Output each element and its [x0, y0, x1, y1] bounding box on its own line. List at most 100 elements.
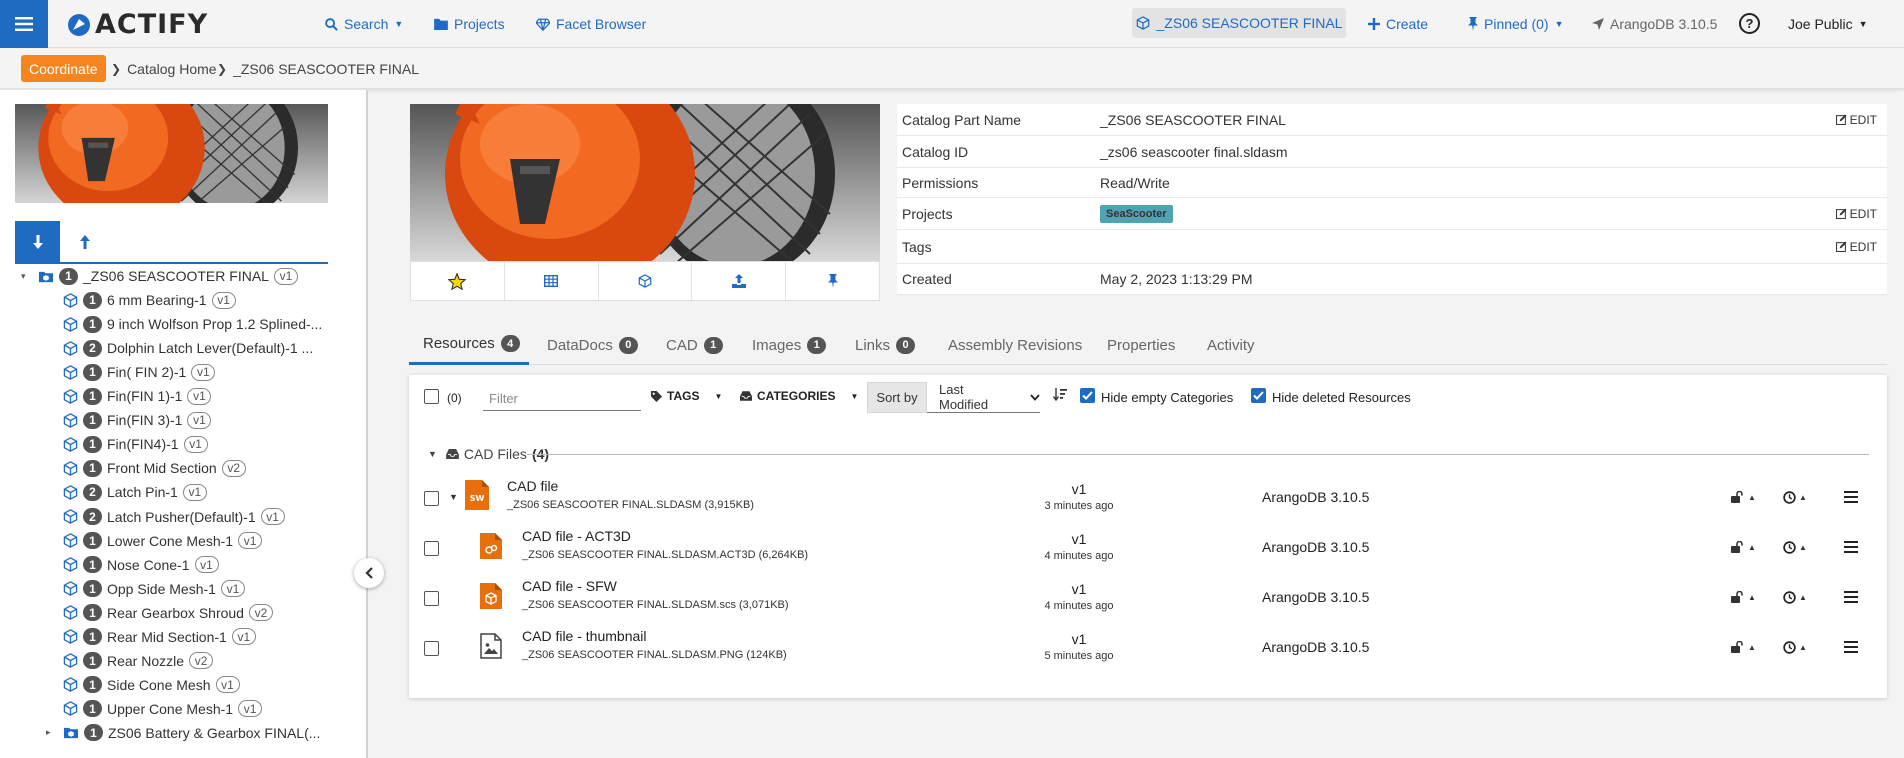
tags-dropdown[interactable]: TAGS ▼ [651, 389, 722, 403]
sort-select[interactable]: Last Modified [927, 382, 1040, 413]
caret-down-icon[interactable]: ▼ [449, 492, 458, 502]
collapse-panel-button[interactable] [354, 558, 384, 588]
pinned-project-button[interactable]: _ZS06 SEASCOOTER FINAL [1132, 8, 1346, 38]
facet-browser-link[interactable]: Facet Browser [536, 0, 646, 48]
tab-properties[interactable]: Properties [1107, 325, 1175, 365]
tree-item-label: Rear Mid Section-1 [107, 628, 227, 645]
part-cube-icon [63, 461, 78, 476]
tree-item[interactable]: 2 Latch Pusher(Default)-1 v1 [46, 506, 285, 528]
menu-button[interactable] [0, 0, 48, 48]
caret-down-icon: ▼ [428, 449, 437, 459]
coordinate-badge[interactable]: Coordinate [21, 55, 106, 82]
upload-button[interactable] [692, 262, 787, 300]
tab-links[interactable]: Links 0 [855, 325, 916, 365]
tree-item[interactable]: 1 Front Mid Section v2 [46, 457, 246, 479]
tree-item[interactable]: ▸ 1 ZS06 Battery & Gearbox FINAL(... [46, 722, 320, 744]
tree-item[interactable]: 1 Upper Cone Mesh-1 v1 [46, 698, 263, 720]
instance-count-badge: 1 [83, 700, 102, 718]
lock-menu[interactable]: ▲ [1731, 491, 1756, 503]
tree-item[interactable]: 2 Dolphin Latch Lever(Default)-1 ... [46, 337, 313, 359]
tree-item[interactable]: 1 9 inch Wolfson Prop 1.2 Splined-... [46, 313, 322, 335]
create-button[interactable]: Create [1368, 0, 1428, 48]
project-tag[interactable]: SeaScooter [1100, 204, 1173, 223]
resource-menu-button[interactable] [1844, 641, 1858, 653]
tree-item[interactable]: 1 Fin(FIN 1)-1 v1 [46, 385, 212, 407]
tab-assembly-revisions[interactable]: Assembly Revisions [948, 325, 1082, 365]
properties-table: Catalog Part Name _ZS06 SEASCOOTER FINAL… [897, 104, 1887, 295]
hide-empty-checkbox[interactable] [1080, 388, 1095, 403]
edit-label: EDIT [1849, 112, 1877, 127]
resource-row[interactable]: CAD file - ACT3D _ZS06 SEASCOOTER FINAL.S… [409, 522, 1887, 572]
tree-item[interactable]: 1 Fin( FIN 2)-1 v1 [46, 361, 216, 383]
resource-menu-button[interactable] [1844, 541, 1858, 553]
resource-checkbox[interactable] [424, 641, 439, 656]
select-all-checkbox[interactable] [424, 389, 439, 404]
history-menu[interactable]: ▲ [1783, 491, 1807, 504]
tab-datadocs[interactable]: DataDocs 0 [547, 325, 638, 365]
assembly-thumbnail[interactable] [15, 104, 328, 203]
history-menu[interactable]: ▲ [1783, 641, 1807, 654]
tab-activity[interactable]: Activity [1207, 325, 1255, 365]
resource-checkbox[interactable] [424, 491, 439, 506]
resource-checkbox[interactable] [424, 591, 439, 606]
breadcrumb-home[interactable]: ❯ Catalog Home [111, 49, 217, 89]
resource-name[interactable]: CAD file - thumbnail [522, 628, 647, 644]
resource-version: v1 [1071, 581, 1087, 597]
pin-icon [827, 274, 838, 288]
user-menu[interactable]: Joe Public ▼ [1788, 0, 1868, 48]
tree-item[interactable]: 1 Rear Nozzle v2 [46, 650, 214, 672]
lock-menu[interactable]: ▲ [1731, 591, 1756, 603]
resource-name[interactable]: CAD file [507, 478, 558, 494]
tree-item[interactable]: 1 6 mm Bearing-1 v1 [46, 289, 236, 311]
app-logo[interactable]: ACTIFY [67, 9, 208, 40]
resource-checkbox[interactable] [424, 541, 439, 556]
tab-resources[interactable]: Resources 4 [409, 325, 529, 365]
resource-row[interactable]: CAD file - SFW _ZS06 SEASCOOTER FINAL.SLD… [409, 572, 1887, 622]
expand-toggle-icon[interactable]: ▸ [46, 727, 58, 738]
db-version-link[interactable]: ArangoDB 3.10.5 [1592, 0, 1717, 48]
expand-toggle-icon[interactable]: ▾ [21, 271, 33, 282]
tree-item[interactable]: 1 Rear Mid Section-1 v1 [46, 626, 256, 648]
tree-item[interactable]: 1 Lower Cone Mesh-1 v1 [46, 530, 263, 552]
resource-name[interactable]: CAD file - ACT3D [522, 528, 631, 544]
part-thumbnail[interactable] [410, 104, 880, 261]
edit-part-name-button[interactable]: EDIT [1835, 112, 1877, 127]
resource-row[interactable]: CAD file - thumbnail _ZS06 SEASCOOTER FIN… [409, 622, 1887, 672]
history-menu[interactable]: ▲ [1783, 591, 1807, 604]
sort-direction-button[interactable] [1053, 388, 1067, 402]
parents-view-button[interactable] [62, 221, 107, 262]
tree-item[interactable]: 2 Latch Pin-1 v1 [46, 481, 207, 503]
tree-item[interactable]: 1 Side Cone Mesh v1 [46, 674, 240, 696]
edit-tags-button[interactable]: EDIT [1835, 240, 1877, 254]
tree-item[interactable]: ▾ 1 _ZS06 SEASCOOTER FINAL v1 [21, 265, 298, 287]
search-menu[interactable]: Search ▼ [325, 0, 403, 48]
lock-menu[interactable]: ▲ [1731, 541, 1756, 553]
lock-menu[interactable]: ▲ [1731, 641, 1756, 653]
tab-cad[interactable]: CAD 1 [666, 325, 723, 365]
3d-view-button[interactable] [599, 262, 693, 300]
part-cube-icon [63, 485, 78, 500]
children-view-button[interactable] [15, 221, 60, 262]
resource-row[interactable]: ▼ SW CAD file _ZS06 SEASCOOTER FINAL.SLDASM… [409, 472, 1887, 522]
edit-projects-button[interactable]: EDIT [1835, 207, 1877, 221]
resource-menu-button[interactable] [1844, 591, 1858, 603]
tree-item[interactable]: 1 Fin(FIN 3)-1 v1 [46, 409, 212, 431]
tree-item[interactable]: 1 Nose Cone-1 v1 [46, 554, 219, 576]
thumbnail-actions [410, 261, 880, 301]
filter-input[interactable] [483, 386, 641, 411]
table-view-button[interactable] [505, 262, 599, 300]
categories-dropdown[interactable]: CATEGORIES ▼ [740, 389, 858, 403]
tree-item[interactable]: 1 Rear Gearbox Shroud v2 [46, 602, 273, 624]
projects-link[interactable]: Projects [434, 0, 505, 48]
pinned-menu[interactable]: Pinned (0) ▼ [1468, 0, 1564, 48]
favorite-button[interactable] [411, 262, 505, 300]
hide-deleted-checkbox[interactable] [1251, 388, 1266, 403]
tree-item[interactable]: 1 Opp Side Mesh-1 v1 [46, 578, 245, 600]
history-menu[interactable]: ▲ [1783, 541, 1807, 554]
help-icon[interactable]: ? [1739, 13, 1760, 34]
resource-name[interactable]: CAD file - SFW [522, 578, 617, 594]
resource-menu-button[interactable] [1844, 491, 1858, 503]
tree-item[interactable]: 1 Fin(FIN4)-1 v1 [46, 433, 208, 455]
tab-images[interactable]: Images 1 [752, 325, 827, 365]
pin-button[interactable] [786, 262, 879, 300]
